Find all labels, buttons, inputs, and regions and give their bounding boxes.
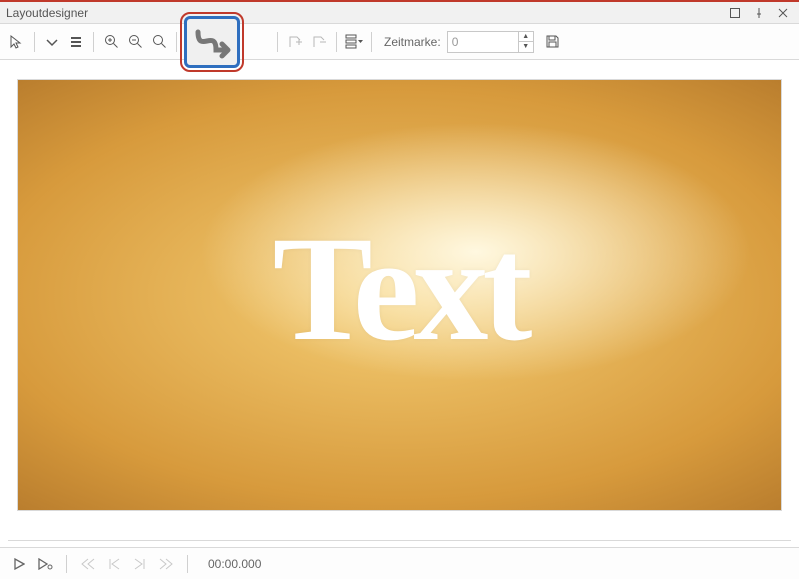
toolbar-separator [93, 32, 94, 52]
dropdown-tool-button[interactable] [41, 31, 63, 53]
zoom-out-button[interactable] [124, 31, 146, 53]
window-pin-button[interactable] [749, 5, 769, 21]
list-tool-button[interactable] [65, 31, 87, 53]
go-end-button [155, 553, 177, 575]
zoom-in-button[interactable] [100, 31, 122, 53]
save-button[interactable] [542, 31, 564, 53]
canvas-area: Text [0, 62, 799, 547]
timemark-spinner[interactable]: ▲ ▼ [447, 31, 534, 53]
timemark-down-button[interactable]: ▼ [519, 42, 533, 52]
zoom-fit-button[interactable] [148, 31, 170, 53]
window-controls [725, 5, 793, 21]
timecode-display: 00:00.000 [208, 557, 261, 571]
playback-bar: 00:00.000 [0, 547, 799, 579]
toolbar-separator [371, 32, 372, 52]
toolbar-separator [336, 32, 337, 52]
timemark-input[interactable] [448, 32, 518, 52]
play-range-button[interactable] [34, 553, 56, 575]
window-title: Layoutdesigner [6, 6, 88, 20]
toolbar-separator [34, 32, 35, 52]
playbar-separator [66, 555, 67, 573]
play-button[interactable] [8, 553, 30, 575]
settings-dropdown-button[interactable] [343, 31, 365, 53]
timemark-label: Zeitmarke: [384, 35, 441, 49]
keyframe-remove-button [308, 31, 330, 53]
toolbar-separator [176, 32, 177, 52]
window-close-button[interactable] [773, 5, 793, 21]
next-frame-button [129, 553, 151, 575]
selection-tool-button[interactable] [6, 31, 28, 53]
canvas-text-object[interactable]: Text [273, 203, 527, 375]
go-start-button [77, 553, 99, 575]
window-maximize-button[interactable] [725, 5, 745, 21]
toolbar: Zeitmarke: ▲ ▼ [0, 24, 799, 60]
toolbar-separator [277, 32, 278, 52]
keyframe-add-button [284, 31, 306, 53]
prev-frame-button [103, 553, 125, 575]
layout-designer-window: Layoutdesigner [0, 0, 799, 579]
title-bar: Layoutdesigner [0, 2, 799, 24]
preview-canvas[interactable]: Text [18, 80, 781, 510]
playbar-separator [187, 555, 188, 573]
curve-tool-button[interactable] [184, 16, 240, 68]
timemark-up-button[interactable]: ▲ [519, 32, 533, 42]
